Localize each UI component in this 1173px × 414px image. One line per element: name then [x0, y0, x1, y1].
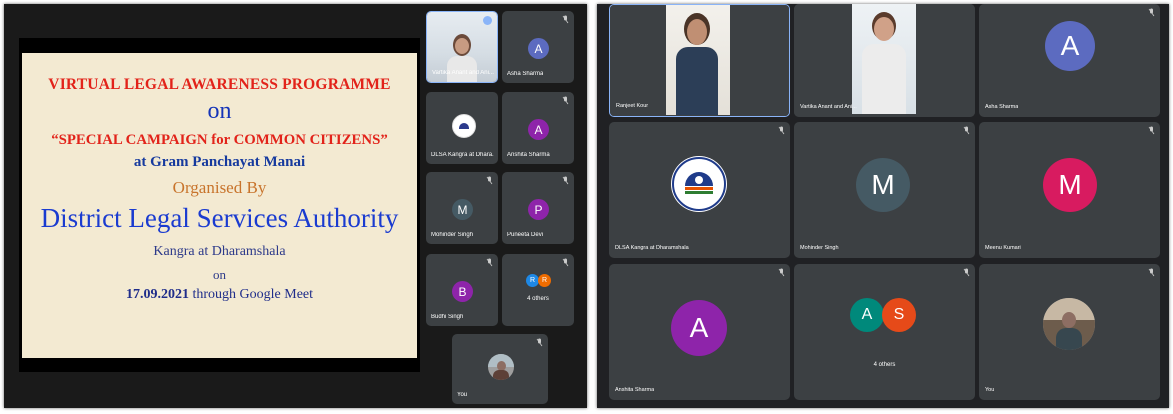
avatar: B: [452, 281, 473, 302]
avatar: A: [528, 119, 549, 140]
avatar: M: [452, 199, 473, 220]
mic-off-icon: [562, 96, 569, 105]
slide-platform: through Google Meet: [188, 287, 314, 302]
avatar: A: [1045, 21, 1095, 71]
participant-video: [610, 5, 789, 116]
mic-off-icon: [562, 15, 569, 24]
participant-tile[interactable]: M Mohinder Singh: [794, 122, 975, 258]
participant-name: Mohinder Singh: [800, 245, 839, 251]
participant-name: Ranjeet Kour: [616, 103, 649, 109]
mic-off-icon: [562, 176, 569, 185]
participant-name: Anshita Sharma: [507, 152, 550, 158]
participant-name: Vartika Anant and Ani...: [800, 104, 857, 110]
slide-place: Kangra at Dharamshala: [153, 244, 286, 259]
mic-off-icon: [486, 258, 493, 267]
left-meet-screenshot: VIRTUAL LEGAL AWARENESS PROGRAMME on “SP…: [4, 4, 587, 408]
slide-on-2: on: [213, 267, 226, 282]
slide-location: at Gram Panchayat Manai: [133, 154, 306, 170]
mic-off-icon: [1148, 8, 1155, 17]
mic-off-icon: [963, 268, 970, 277]
participant-name: You: [985, 387, 995, 393]
participant-name: DLSA Kangra at Dharamshala: [615, 245, 689, 251]
slide-title: VIRTUAL LEGAL AWARENESS PROGRAMME: [48, 76, 391, 93]
slide-authority: District Legal Services Authority: [40, 203, 399, 233]
avatar: P: [528, 199, 549, 220]
mic-off-icon: [1148, 126, 1155, 135]
participant-name: Asha Sharma: [507, 71, 544, 77]
participant-name: Budhi Singh: [431, 314, 464, 320]
presentation-slide: VIRTUAL LEGAL AWARENESS PROGRAMME on “SP…: [19, 38, 420, 372]
participant-tile[interactable]: DLSA Kangra at Dharamshala: [609, 122, 790, 258]
self-avatar: [1043, 298, 1095, 350]
participant-name: You: [457, 392, 468, 398]
avatar: M: [1043, 158, 1097, 212]
participant-tile[interactable]: Vartika Anant and Ani...: [426, 11, 498, 83]
mic-off-icon: [536, 338, 543, 347]
participant-name: Mohinder Singh: [431, 232, 474, 238]
speaking-indicator-icon: [483, 16, 492, 25]
others-tile[interactable]: A S 4 others: [794, 264, 975, 400]
mic-off-icon: [1148, 268, 1155, 277]
right-meet-screenshot: Ranjeet Kour Vartika Anant and Ani... A …: [597, 4, 1169, 408]
participant-name: Meenu Kumari: [985, 245, 1021, 251]
mic-off-icon: [562, 258, 569, 267]
participant-tile[interactable]: M Meenu Kumari: [979, 122, 1160, 258]
participant-tile[interactable]: A Anshita Sharma: [609, 264, 790, 400]
participant-tile[interactable]: DLSA Kangra at Dhara...: [426, 92, 498, 164]
mic-off-icon: [963, 126, 970, 135]
avatar: R: [538, 274, 551, 287]
participant-name: DLSA Kangra at Dhara...: [431, 152, 495, 158]
avatar: A: [671, 300, 727, 356]
others-count: 4 others: [527, 296, 549, 302]
participant-tile[interactable]: A Asha Sharma: [979, 4, 1160, 117]
self-tile[interactable]: You: [979, 264, 1160, 400]
mic-off-icon: [486, 176, 493, 185]
slide-date-line: 17.09.2021 through Google Meet: [22, 287, 417, 303]
avatar: A: [528, 38, 549, 59]
participant-tile[interactable]: Ranjeet Kour: [609, 4, 790, 117]
avatar: S: [882, 298, 916, 332]
participant-name: Puneeta Devi: [507, 232, 544, 238]
self-tile[interactable]: You: [452, 334, 548, 404]
participant-name: Asha Sharma: [985, 104, 1019, 110]
slide-campaign: “SPECIAL CAMPAIGN for COMMON CITIZENS”: [51, 132, 388, 148]
participant-tile[interactable]: M Mohinder Singh: [426, 172, 498, 244]
participant-name: Anshita Sharma: [615, 387, 655, 393]
avatar: A: [850, 298, 884, 332]
others-count: 4 others: [873, 362, 896, 368]
slide-on-1: on: [207, 98, 232, 124]
mic-off-icon: [778, 268, 785, 277]
participant-tile[interactable]: A Anshita Sharma: [502, 92, 574, 164]
participant-tile[interactable]: Vartika Anant and Ani...: [794, 4, 975, 117]
dlsa-logo-icon: [671, 156, 727, 212]
participant-tile[interactable]: A Asha Sharma: [502, 11, 574, 83]
slide-organised-by: Organised By: [172, 178, 267, 197]
slide-date: 17.09.2021: [125, 287, 189, 302]
participant-tile[interactable]: P Puneeta Devi: [502, 172, 574, 244]
participant-tile[interactable]: B Budhi Singh: [426, 254, 498, 326]
dlsa-logo-icon: [452, 114, 476, 138]
mic-off-icon: [778, 126, 785, 135]
slide-content: VIRTUAL LEGAL AWARENESS PROGRAMME on “SP…: [22, 53, 417, 358]
participant-name: Vartika Anant and Ani...: [432, 70, 494, 76]
participant-video: [794, 4, 975, 117]
self-avatar: [488, 354, 514, 380]
others-tile[interactable]: R R 4 others: [502, 254, 574, 326]
avatar: M: [856, 158, 910, 212]
